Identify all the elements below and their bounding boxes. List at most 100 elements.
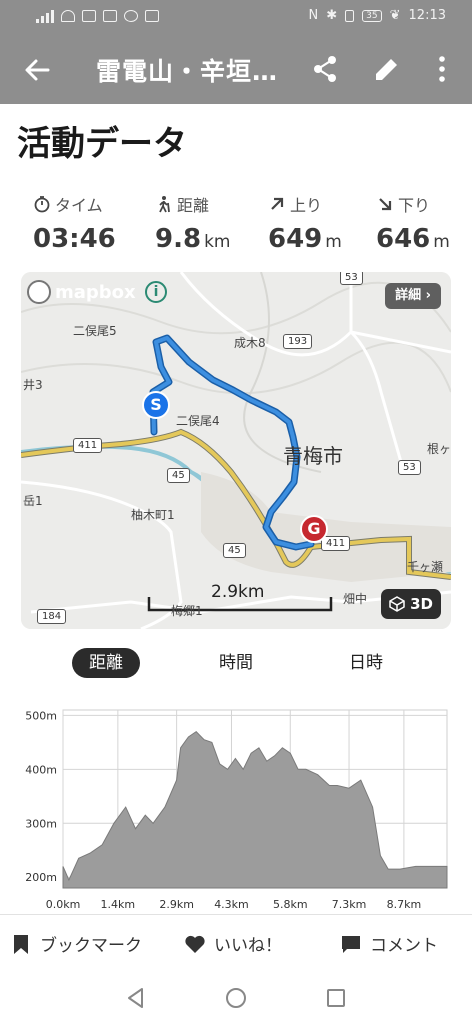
- download-icon: [103, 10, 117, 22]
- stat-unit: km: [204, 232, 231, 252]
- vibrate-icon: [345, 9, 355, 22]
- map-label: 二俣尾5: [73, 324, 117, 338]
- map-city-label: 青梅市: [283, 444, 343, 468]
- heart-icon: [185, 935, 205, 953]
- signal-icon: [36, 9, 54, 23]
- comment-button[interactable]: コメント: [340, 931, 438, 956]
- y-tick-label: 200m: [25, 871, 57, 884]
- y-tick-label: 300m: [25, 817, 57, 830]
- tab-time[interactable]: 時間: [202, 648, 270, 678]
- app-bar: 雷電山・辛垣…: [0, 34, 472, 104]
- comment-icon: [342, 935, 360, 953]
- x-tick-label: 5.8km: [273, 898, 308, 911]
- elevation-area: [62, 730, 448, 889]
- stat-unit: m: [325, 232, 342, 252]
- map-label: 成木8: [234, 336, 266, 350]
- map-label: 千ヶ瀬: [407, 560, 444, 574]
- back-arrow-icon[interactable]: [22, 55, 52, 85]
- stat-label: 距離: [177, 196, 210, 215]
- nav-back-icon[interactable]: [124, 986, 148, 1010]
- x-tick-label: 4.3km: [214, 898, 249, 911]
- comment-label: コメント: [370, 936, 438, 956]
- status-bar: N ✱ 35 ❦ 12:13: [0, 0, 472, 34]
- route-shield: 45: [167, 468, 190, 483]
- app-icon: [145, 10, 159, 22]
- leaf-icon: ❦: [389, 8, 401, 23]
- stat-value: 649: [268, 224, 323, 254]
- chart-tabs: 距離 時間 日時: [0, 648, 472, 680]
- bookmark-button[interactable]: ブックマーク: [10, 931, 142, 956]
- x-tick-label: 2.9km: [159, 898, 194, 911]
- more-options-icon[interactable]: [432, 54, 452, 84]
- route-shield: 53: [340, 272, 363, 285]
- nav-home-icon[interactable]: [224, 986, 248, 1010]
- bookmark-icon: [14, 934, 28, 954]
- bluetooth-icon: ✱: [326, 8, 338, 23]
- map-label: 二俣尾4: [176, 414, 220, 428]
- stat-value: 03:46: [33, 224, 116, 254]
- y-tick-label: 400m: [25, 763, 57, 776]
- like-label: いいね！: [214, 936, 282, 956]
- battery-icon: 35: [362, 9, 382, 22]
- stat-distance: 距離 9.8 km: [155, 192, 275, 254]
- arrow-down-right-icon: [379, 198, 392, 211]
- tab-distance[interactable]: 距離: [72, 648, 140, 678]
- notification-icon: [82, 10, 96, 22]
- wifi-icon: [61, 10, 75, 22]
- stat-time: タイム 03:46: [33, 192, 153, 254]
- x-tick-label: 1.4km: [101, 898, 136, 911]
- nfc-icon: N: [308, 8, 319, 23]
- page-title: 活動データ: [17, 124, 187, 164]
- stopwatch-icon: [34, 196, 50, 213]
- bottom-action-bar: ブックマーク いいね！ コメント: [0, 914, 472, 972]
- x-tick-label: 0.0km: [46, 898, 81, 911]
- route-map[interactable]: mapbox i 詳細 › 二俣尾5 二俣尾4 成木8 柚木町1 畑中 千ヶ瀬 …: [21, 272, 451, 629]
- share-icon[interactable]: [310, 54, 340, 84]
- x-tick-label: 7.3km: [332, 898, 367, 911]
- stat-label: タイム: [55, 196, 103, 215]
- map-scale-label: 2.9km: [211, 582, 265, 602]
- route-shield: 193: [283, 334, 313, 349]
- stat-label: 下り: [398, 196, 431, 215]
- stat-label: 上り: [290, 196, 323, 215]
- y-axis: 200m 300m 400m 500m: [25, 709, 57, 884]
- stat-value: 646: [376, 224, 431, 254]
- tab-datetime[interactable]: 日時: [332, 648, 400, 678]
- status-time: 12:13: [408, 8, 446, 23]
- edit-pencil-icon[interactable]: [372, 54, 402, 84]
- stat-ascent: 上り 649 m: [268, 192, 388, 254]
- nav-recents-icon[interactable]: [324, 986, 348, 1010]
- map-label: 岳1: [23, 494, 43, 508]
- stat-unit: m: [433, 232, 450, 252]
- map-detail-button[interactable]: 詳細 ›: [385, 283, 441, 309]
- system-nav-bar: [0, 972, 472, 1024]
- bookmark-label: ブックマーク: [40, 936, 142, 956]
- mapbox-logo: mapbox: [27, 280, 136, 304]
- map-3d-button[interactable]: 3D: [381, 589, 441, 619]
- map-label: 井3: [23, 378, 43, 392]
- map-label: 梅郷1: [171, 604, 203, 618]
- map-label: 畑中: [343, 592, 368, 606]
- activity-title: 雷電山・辛垣…: [96, 57, 279, 86]
- arrow-up-right-icon: [271, 197, 284, 210]
- like-button[interactable]: いいね！: [184, 931, 282, 956]
- map-3d-label: 3D: [410, 595, 433, 613]
- status-icons-left: [36, 9, 159, 23]
- route-shield: 184: [37, 609, 67, 624]
- route-shield: 411: [73, 438, 103, 453]
- map-label: 根ヶ: [427, 442, 451, 456]
- elevation-chart: 200m 300m 400m 500m 0.0km 1.4km 2.9km 4.3km 5.8…: [25, 709, 448, 911]
- map-label: 柚木町1: [131, 508, 175, 522]
- route-shield: 45: [223, 543, 246, 558]
- mapbox-brand-text: mapbox: [55, 281, 136, 303]
- stat-value: 9.8: [155, 224, 202, 254]
- stat-descent: 下り 646 m: [376, 192, 472, 254]
- start-marker[interactable]: S: [142, 391, 170, 419]
- hiker-icon: [159, 196, 170, 213]
- info-icon[interactable]: i: [145, 281, 167, 303]
- goal-marker[interactable]: G: [300, 515, 328, 543]
- y-tick-label: 500m: [25, 709, 57, 722]
- status-icons-right: N ✱ 35 ❦ 12:13: [309, 8, 446, 23]
- x-tick-label: 8.7km: [387, 898, 422, 911]
- activity-stats: タイム 03:46 距離 9.8 km 上り 649 m 下り 646 m: [0, 192, 472, 262]
